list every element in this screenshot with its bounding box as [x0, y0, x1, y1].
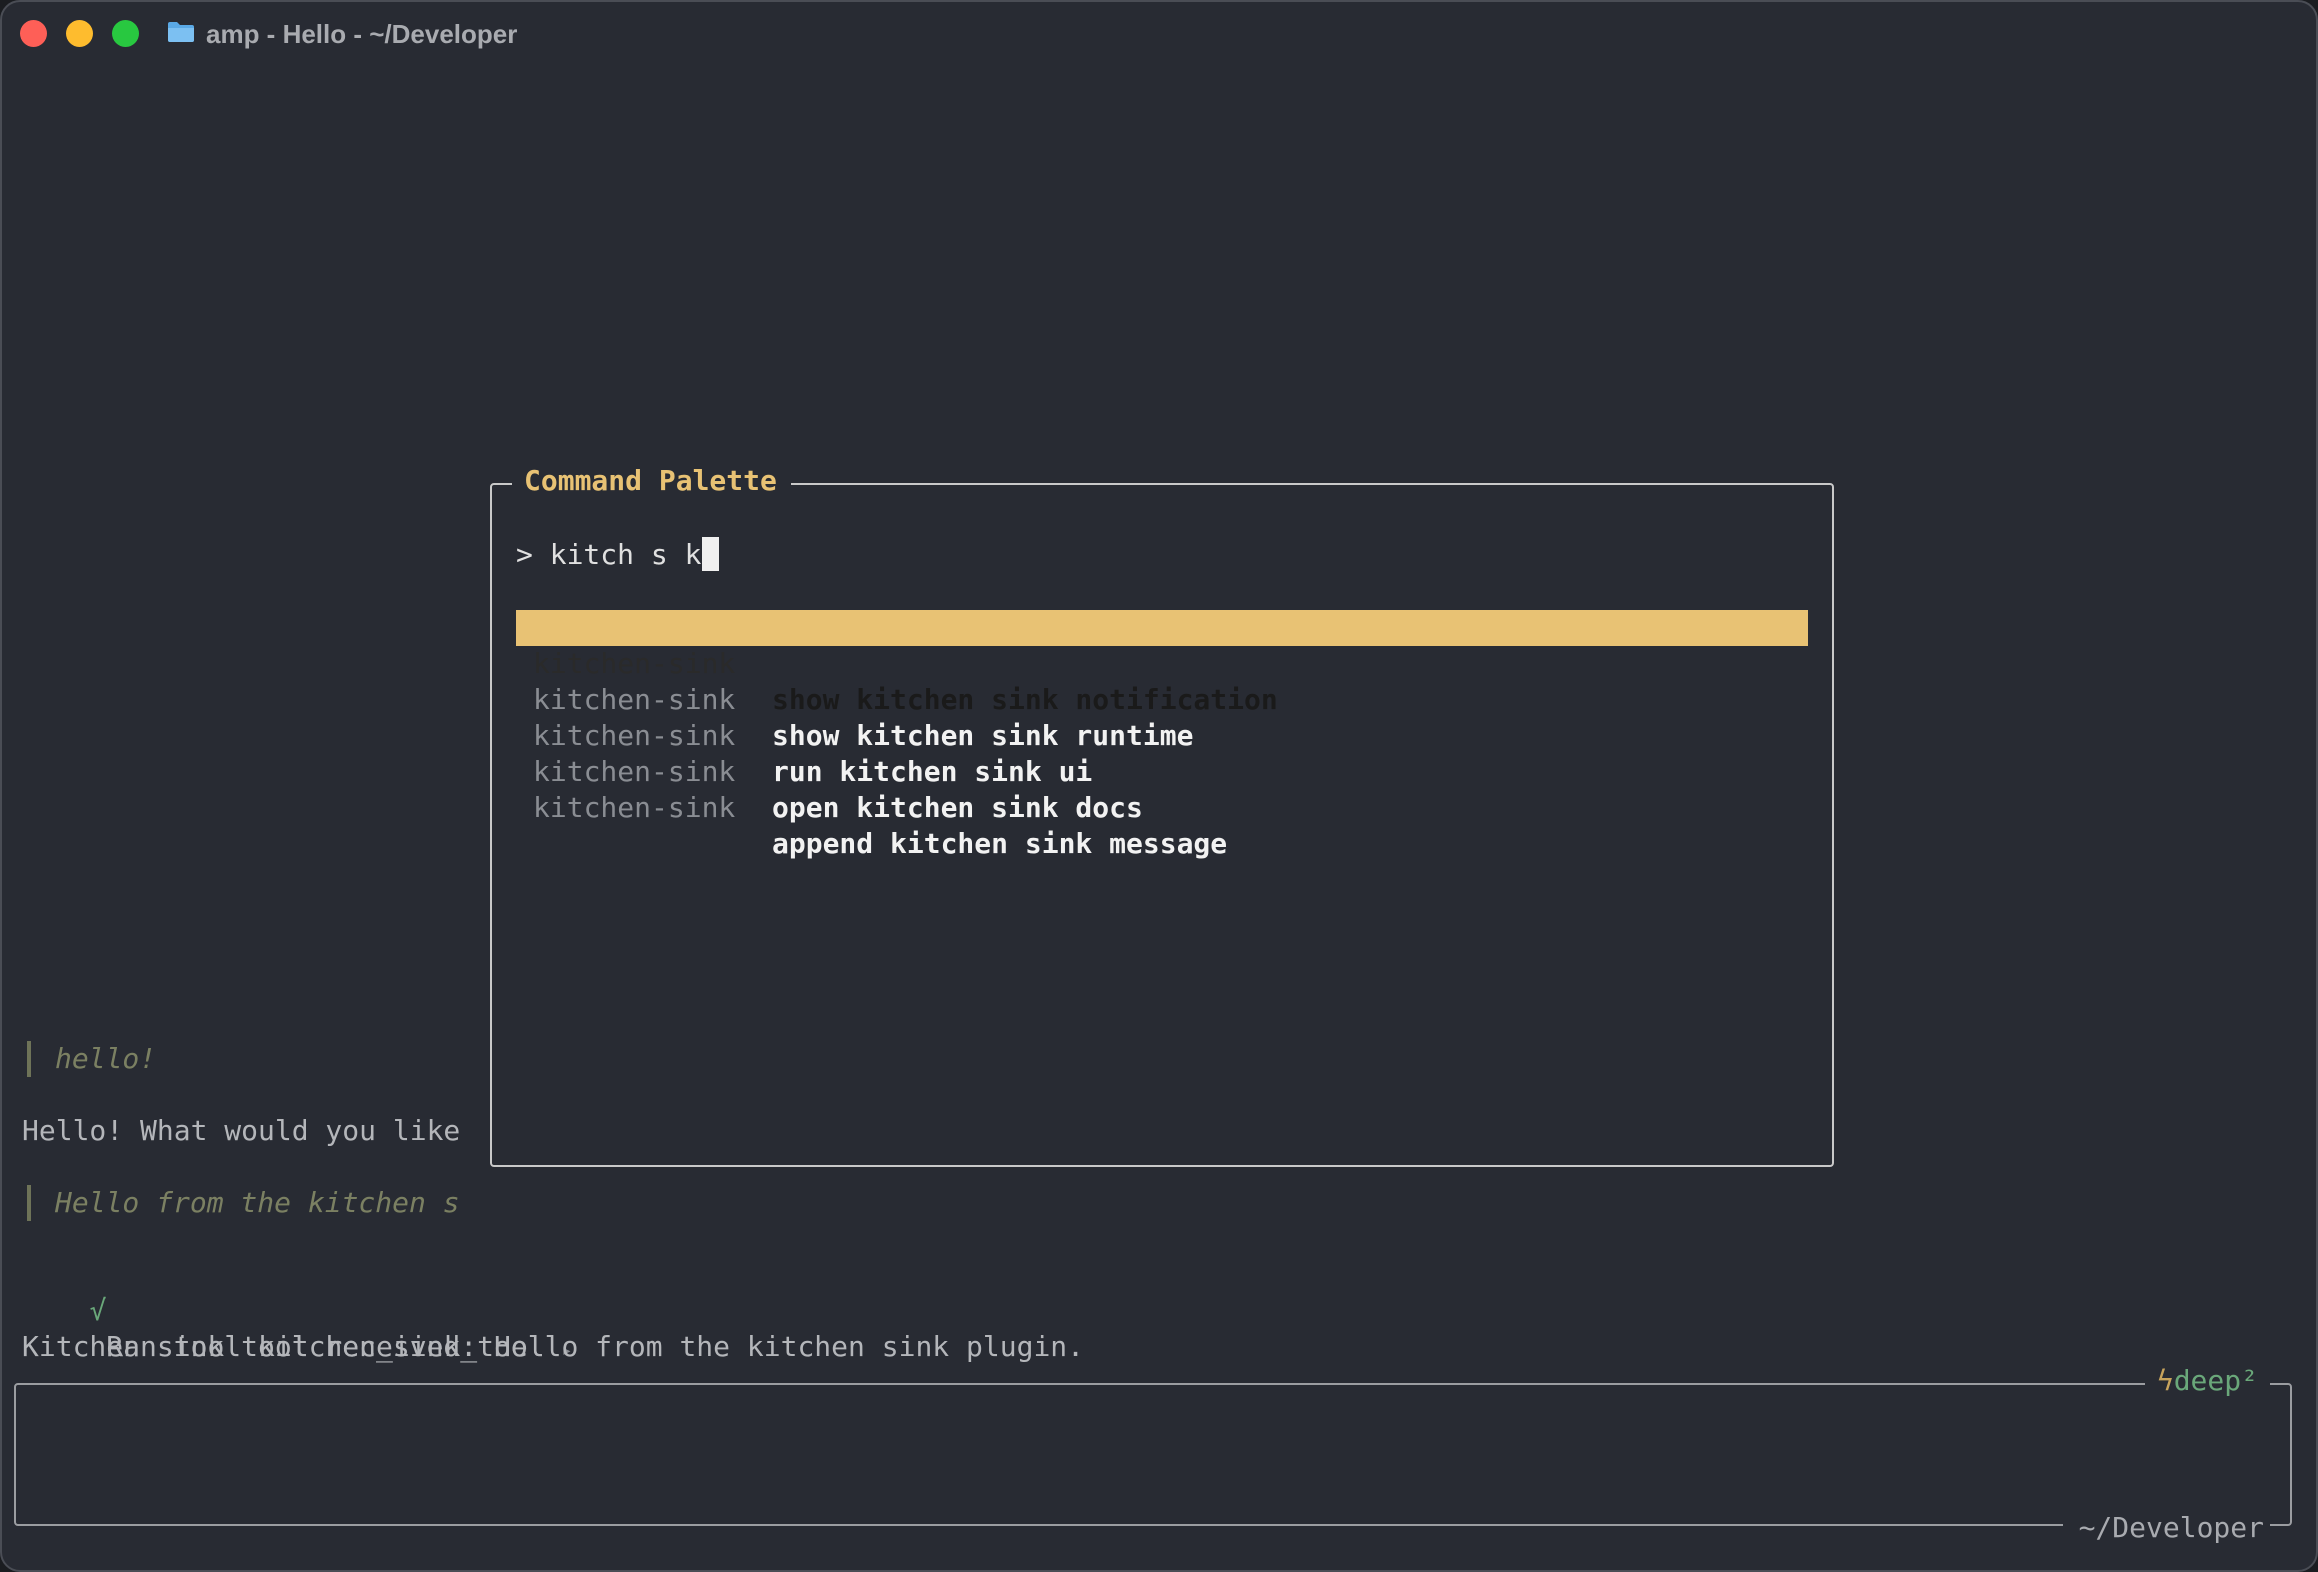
quote-bar: [27, 1185, 31, 1221]
user-message: Hello from the kitchen s: [55, 1186, 460, 1219]
palette-result-item[interactable]: kitchen-sink run kitchen sink ui: [516, 682, 1808, 788]
palette-query: kitch s k: [549, 538, 702, 571]
result-label: open kitchen sink docs: [772, 791, 1143, 824]
palette-result-item[interactable]: kitchen-sink show kitchen sink runtime: [516, 646, 1808, 752]
palette-title: Command Palette: [512, 463, 791, 499]
palette-result-item[interactable]: kitchen-sink append kitchen sink message: [516, 754, 1808, 860]
command-palette: Command Palette > kitch s k kitchen-sink…: [490, 463, 1834, 1167]
prompt-input[interactable]: ϟdeep² ~/Developer: [14, 1363, 2292, 1546]
close-window-button[interactable]: [20, 20, 47, 47]
zoom-window-button[interactable]: [112, 20, 139, 47]
quote-bar: [27, 1041, 31, 1077]
result-category: kitchen-sink: [533, 791, 736, 824]
palette-result-item[interactable]: kitchen-sink show kitchen sink notificat…: [516, 610, 1808, 716]
minimize-window-button[interactable]: [66, 20, 93, 47]
tool-result-message: Kitchen sink tool received: Hello from t…: [22, 1330, 1085, 1363]
text-cursor: [702, 537, 720, 571]
assistant-message: Hello! What would you like: [22, 1114, 461, 1147]
check-icon: √: [89, 1294, 107, 1327]
prompt-symbol: >: [516, 538, 533, 571]
result-label: append kitchen sink message: [772, 827, 1228, 860]
cwd-label: ~/Developer: [2062, 1510, 2270, 1546]
folder-icon: [168, 22, 194, 42]
terminal-window: amp - Hello - ~/Developer hello! Hello! …: [0, 0, 2318, 1572]
window-title: amp - Hello - ~/Developer: [206, 19, 518, 49]
palette-result-item[interactable]: kitchen-sink open kitchen sink docs: [516, 718, 1808, 824]
mode-label: deep²: [2173, 1364, 2258, 1397]
bolt-icon: ϟ: [2156, 1364, 2174, 1397]
mode-indicator[interactable]: ϟdeep²: [2144, 1363, 2270, 1399]
user-message: hello!: [55, 1042, 157, 1075]
title-bar: amp - Hello - ~/Developer: [2, 2, 2316, 64]
palette-search-input[interactable]: > kitch s k: [516, 537, 720, 573]
palette-results-list: kitchen-sink show kitchen sink notificat…: [516, 610, 1808, 860]
